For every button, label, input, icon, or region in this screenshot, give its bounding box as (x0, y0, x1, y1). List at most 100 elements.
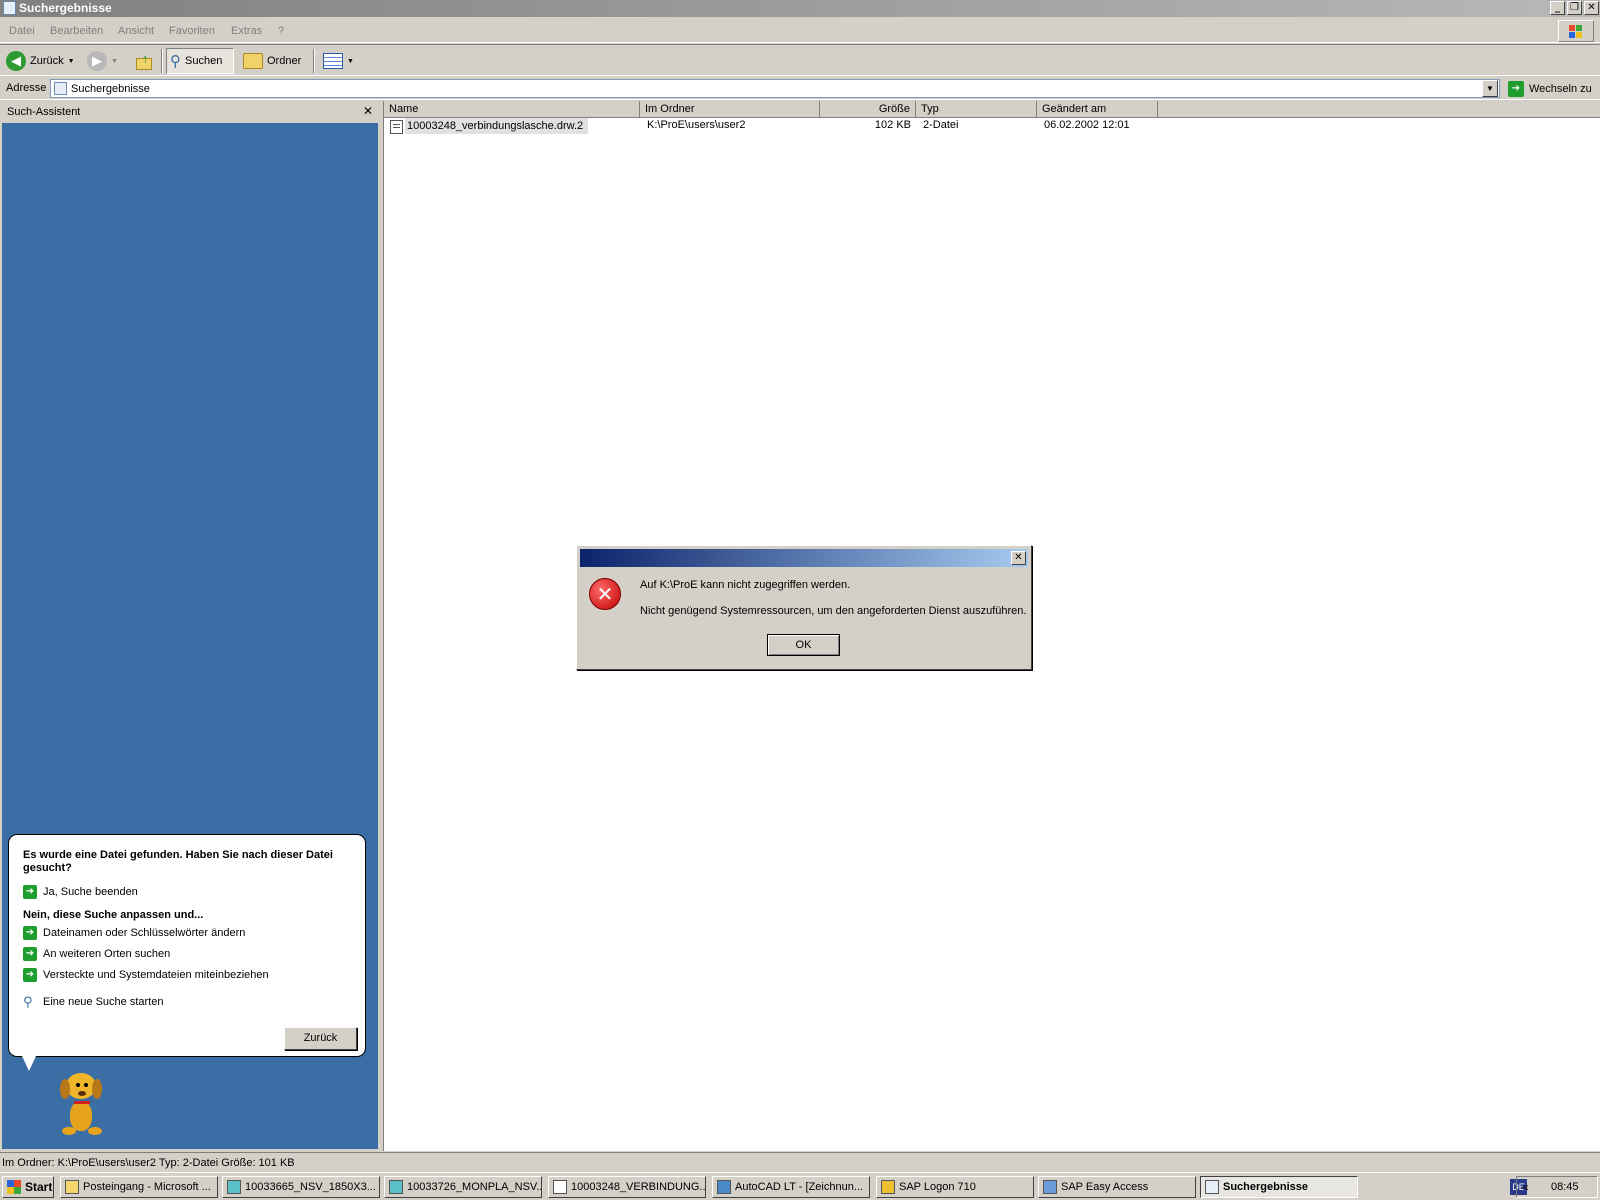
file-name[interactable]: 10003248_verbindungslasche.drw.2 (405, 118, 589, 134)
hidden-files-label: Versteckte und Systemdateien miteinbezie… (43, 969, 269, 981)
sap-logon-icon (881, 1180, 895, 1194)
task-autocad-label: AutoCAD LT - [Zeichnun... (735, 1181, 863, 1193)
outlook-icon (65, 1180, 79, 1194)
search-dog-icon[interactable] (50, 1073, 114, 1145)
maximize-button[interactable]: ❐ (1567, 1, 1582, 15)
folders-label: Ordner (267, 55, 302, 67)
hidden-files-link[interactable]: ➔ Versteckte und Systemdateien miteinbez… (23, 968, 269, 982)
error-icon: ✕ (589, 578, 621, 610)
file-icon (390, 120, 403, 134)
search-assistant-pane: Such-Assistent ✕ Es wurde eine Datei gef… (0, 101, 380, 1151)
back-label: Zurück (30, 55, 64, 67)
menu-help[interactable]: ? (278, 25, 284, 37)
proe-icon (389, 1180, 403, 1194)
go-button[interactable]: ➔ Wechseln zu (1508, 79, 1592, 98)
more-locations-label: An weiteren Orten suchen (43, 948, 171, 960)
dialog-close-button[interactable]: ✕ (1011, 551, 1026, 565)
tray-expand-icon[interactable]: « (1522, 1180, 1529, 1194)
forward-button[interactable]: ▶ ▼ (84, 48, 121, 74)
yes-finish-link[interactable]: ➔ Ja, Suche beenden (23, 885, 138, 899)
col-header-name[interactable]: Name (384, 101, 640, 118)
task-suchergebnisse-label: Suchergebnisse (1223, 1181, 1308, 1193)
file-type: 2-Datei (923, 119, 959, 131)
go-arrow-icon: ➔ (1508, 80, 1524, 97)
col-header-type[interactable]: Typ (916, 101, 1037, 118)
task-verbindung[interactable]: 10003248_VERBINDUNG... (548, 1176, 706, 1198)
title-bar[interactable]: Suchergebnisse _ ❐ ✕ (0, 0, 1600, 17)
folder-up-icon: ↑ (134, 51, 154, 71)
toolbar: ◀ Zurück ▼ ▶ ▼ ↑ ⚲ Suchen Ordner ▼ (0, 44, 1600, 76)
menu-bearbeiten[interactable]: Bearbeiten (50, 25, 103, 37)
address-field[interactable]: Suchergebnisse (50, 79, 1500, 98)
start-button[interactable]: Start (2, 1176, 54, 1198)
search-button[interactable]: ⚲ Suchen (166, 48, 234, 74)
system-tray: « 08:45 (1516, 1176, 1598, 1198)
taskbar: Start Posteingang - Microsoft ... 100336… (0, 1172, 1600, 1200)
col-header-folder[interactable]: Im Ordner (640, 101, 820, 118)
status-text: Im Ordner: K:\ProE\users\user2 Typ: 2-Da… (2, 1157, 295, 1169)
views-button[interactable]: ▼ (320, 48, 357, 74)
ok-button[interactable]: OK (767, 634, 840, 656)
task-outlook-label: Posteingang - Microsoft ... (83, 1181, 211, 1193)
dialog-title-bar[interactable]: ✕ (580, 549, 1028, 567)
search-companion-bubble: Es wurde eine Datei gefunden. Haben Sie … (8, 834, 366, 1057)
toolbar-separator (161, 49, 163, 73)
refine-heading: Nein, diese Suche anpassen und... (23, 909, 204, 921)
proe-icon (227, 1180, 241, 1194)
task-sap-easy-access[interactable]: SAP Easy Access (1038, 1176, 1196, 1198)
bubble-tail (22, 1056, 36, 1071)
folder-icon (243, 53, 263, 69)
task-sap-easy-access-label: SAP Easy Access (1061, 1181, 1149, 1193)
go-label: Wechseln zu (1529, 82, 1592, 95)
search-results-window-icon (3, 1, 16, 15)
task-monpla[interactable]: 10033726_MONPLA_NSV... (384, 1176, 542, 1198)
sap-easy-access-icon (1043, 1180, 1057, 1194)
menu-ansicht[interactable]: Ansicht (118, 25, 154, 37)
minimize-button[interactable]: _ (1550, 1, 1565, 15)
dialog-message-2: Nicht genügend Systemressourcen, um den … (640, 605, 1027, 617)
autocad-icon (717, 1180, 731, 1194)
task-sap-logon[interactable]: SAP Logon 710 (876, 1176, 1034, 1198)
new-search-link[interactable]: ⚲ Eine neue Suche starten (23, 994, 163, 1010)
companion-back-button[interactable]: Zurück (284, 1027, 357, 1050)
green-arrow-icon: ➔ (23, 947, 37, 961)
more-locations-link[interactable]: ➔ An weiteren Orten suchen (23, 947, 170, 961)
forward-arrow-icon: ▶ (87, 51, 107, 71)
magnifier-icon: ⚲ (23, 994, 33, 1009)
col-header-modified[interactable]: Geändert am (1037, 101, 1158, 118)
green-arrow-icon: ➔ (23, 968, 37, 982)
windows-logo-icon (1558, 20, 1594, 42)
back-button[interactable]: ◀ Zurück ▼ (3, 48, 78, 74)
search-results-icon (1205, 1180, 1219, 1194)
close-window-button[interactable]: ✕ (1584, 1, 1599, 15)
windows-flag-icon (7, 1180, 21, 1194)
column-headers: Name Im Ordner Größe Typ Geändert am (384, 101, 1600, 118)
menu-datei[interactable]: Datei (9, 25, 35, 37)
yes-finish-label: Ja, Suche beenden (43, 886, 138, 898)
task-nsv-1850[interactable]: 10033665_NSV_1850X3... (222, 1176, 380, 1198)
up-folder-button[interactable]: ↑ (131, 48, 157, 74)
menu-favoriten[interactable]: Favoriten (169, 25, 215, 37)
address-dropdown-button[interactable]: ▼ (1482, 80, 1498, 97)
task-monpla-label: 10033726_MONPLA_NSV... (407, 1181, 542, 1193)
error-dialog: ✕ ✕ Auf K:\ProE kann nicht zugegriffen w… (576, 545, 1032, 670)
task-suchergebnisse[interactable]: Suchergebnisse (1200, 1176, 1358, 1198)
found-question: Es wurde eine Datei gefunden. Haben Sie … (23, 849, 333, 874)
change-keywords-link[interactable]: ➔ Dateinamen oder Schlüsselwörter ändern (23, 926, 245, 940)
back-dropdown-icon[interactable]: ▼ (68, 58, 75, 65)
file-size: 102 KB (874, 119, 911, 131)
back-arrow-icon: ◀ (6, 51, 26, 71)
task-autocad[interactable]: AutoCAD LT - [Zeichnun... (712, 1176, 870, 1198)
forward-dropdown-icon[interactable]: ▼ (111, 58, 118, 65)
address-label: Adresse (6, 82, 47, 94)
search-pane-close-icon[interactable]: ✕ (363, 104, 373, 118)
views-dropdown-icon[interactable]: ▼ (347, 58, 354, 65)
menu-extras[interactable]: Extras (231, 25, 262, 37)
col-header-size[interactable]: Größe (820, 101, 916, 118)
clock[interactable]: 08:45 (1551, 1181, 1579, 1193)
table-row[interactable]: 10003248_verbindungslasche.drw.2 K:\ProE… (384, 118, 1600, 136)
task-outlook[interactable]: Posteingang - Microsoft ... (60, 1176, 218, 1198)
drawing-icon (553, 1180, 567, 1194)
folders-button[interactable]: Ordner (240, 48, 304, 74)
file-modified: 06.02.2002 12:01 (1044, 119, 1130, 131)
